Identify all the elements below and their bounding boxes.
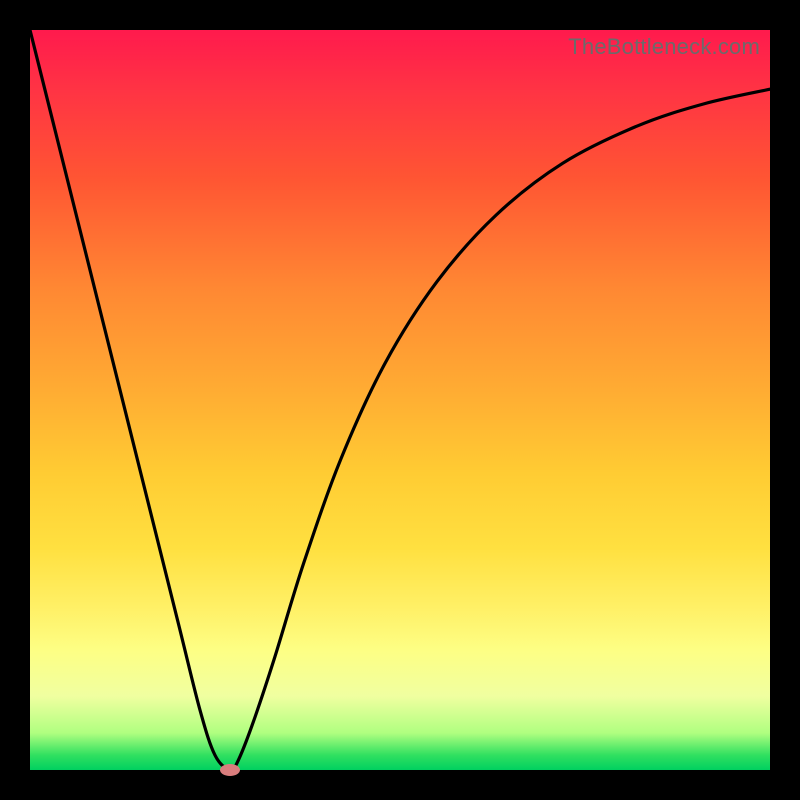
bottleneck-curve-path bbox=[30, 30, 770, 770]
plot-area: TheBottleneck.com bbox=[30, 30, 770, 770]
curve-svg bbox=[30, 30, 770, 770]
valley-marker bbox=[220, 764, 240, 776]
chart-frame: TheBottleneck.com bbox=[0, 0, 800, 800]
